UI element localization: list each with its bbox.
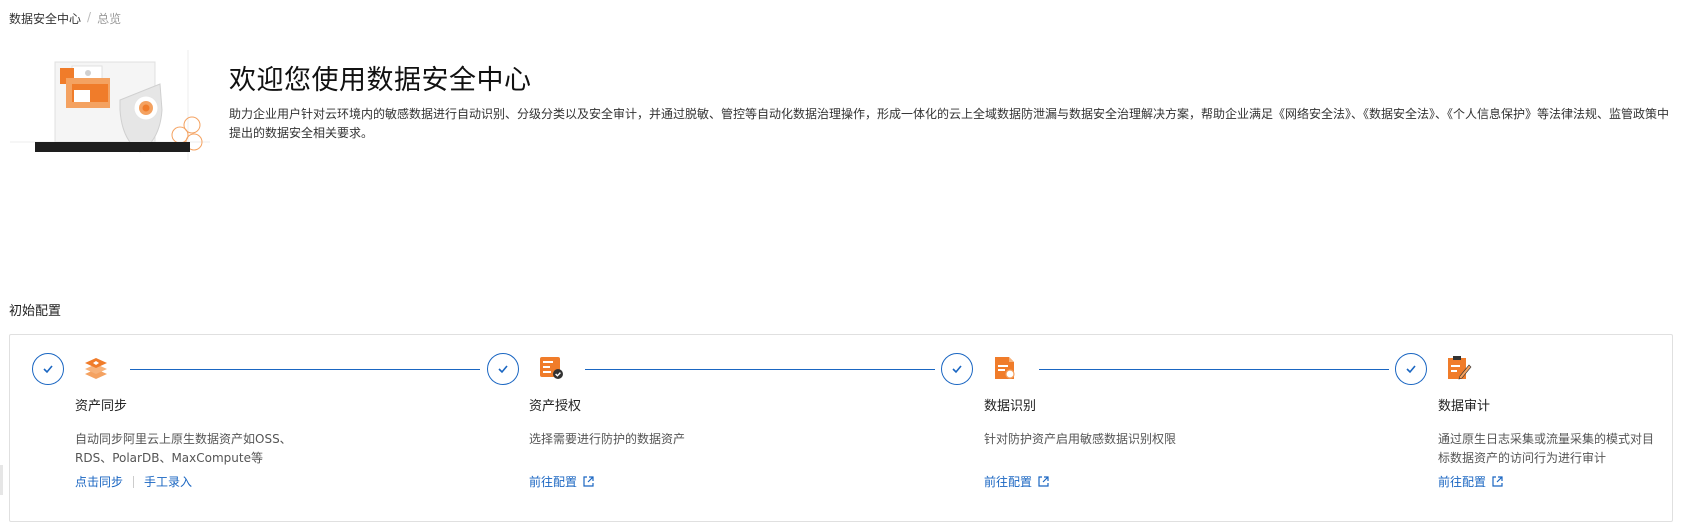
initial-config-card: 资产同步 自动同步阿里云上原生数据资产如OSS、 RDS、PolarDB、Max… bbox=[9, 334, 1673, 522]
breadcrumb: 数据安全中心 / 总览 bbox=[9, 10, 121, 27]
breadcrumb-current: 总览 bbox=[97, 12, 122, 26]
step1-connector bbox=[130, 369, 480, 370]
step3-actions: 前往配置 bbox=[984, 473, 1049, 490]
asset-sync-icon bbox=[83, 355, 109, 381]
step4-desc-line2: 标数据资产的访问行为进行审计 bbox=[1438, 451, 1607, 465]
step3-title: 数据识别 bbox=[984, 399, 1037, 414]
data-audit-icon bbox=[1446, 355, 1472, 381]
step2-description: 选择需要进行防护的数据资产 bbox=[529, 430, 779, 449]
step2-connector bbox=[585, 369, 935, 370]
sync-now-link[interactable]: 点击同步 bbox=[75, 473, 123, 490]
section-title-initial-config: 初始配置 bbox=[9, 304, 62, 319]
step2-desc-line1: 选择需要进行防护的数据资产 bbox=[529, 432, 686, 446]
external-link-icon[interactable] bbox=[1038, 476, 1049, 487]
step3-desc-line1: 针对防护资产启用敏感数据识别权限 bbox=[984, 432, 1177, 446]
external-link-icon[interactable] bbox=[1492, 476, 1503, 487]
sidebar-collapse-handle[interactable] bbox=[0, 465, 3, 495]
step4-description: 通过原生日志采集或流量采集的模式对目 标数据资产的访问行为进行审计 bbox=[1438, 430, 1668, 468]
breadcrumb-root[interactable]: 数据安全中心 bbox=[9, 10, 81, 27]
step2-title: 资产授权 bbox=[529, 399, 582, 414]
step2-check-icon bbox=[487, 353, 519, 385]
step3-check-icon bbox=[941, 353, 973, 385]
step2-configure-link[interactable]: 前往配置 bbox=[529, 473, 577, 490]
external-link-icon[interactable] bbox=[583, 476, 594, 487]
hero-illustration bbox=[10, 50, 215, 170]
step3-description: 针对防护资产启用敏感数据识别权限 bbox=[984, 430, 1244, 449]
step1-description: 自动同步阿里云上原生数据资产如OSS、 RDS、PolarDB、MaxCompu… bbox=[75, 430, 325, 468]
step1-desc-line1: 自动同步阿里云上原生数据资产如OSS、 bbox=[75, 432, 292, 446]
step3-connector bbox=[1039, 369, 1389, 370]
page-title: 欢迎您使用数据安全中心 bbox=[229, 65, 532, 96]
step1-check-icon bbox=[32, 353, 64, 385]
step1-desc-line2: RDS、PolarDB、MaxCompute等 bbox=[75, 451, 263, 465]
step4-title: 数据审计 bbox=[1438, 399, 1491, 414]
step4-actions: 前往配置 bbox=[1438, 473, 1503, 490]
step2-actions: 前往配置 bbox=[529, 473, 594, 490]
page-description: 助力企业用户针对云环境内的敏感数据进行自动识别、分级分类以及安全审计，并通过脱敏… bbox=[229, 107, 1670, 140]
step4-configure-link[interactable]: 前往配置 bbox=[1438, 473, 1486, 490]
step4-desc-line1: 通过原生日志采集或流量采集的模式对目 bbox=[1438, 432, 1655, 446]
asset-authorization-icon bbox=[538, 355, 564, 381]
step1-actions: 点击同步 手工录入 bbox=[75, 473, 192, 490]
manual-entry-link[interactable]: 手工录入 bbox=[144, 473, 192, 490]
action-divider bbox=[133, 475, 135, 488]
step1-title: 资产同步 bbox=[75, 399, 128, 414]
step3-configure-link[interactable]: 前往配置 bbox=[984, 473, 1032, 490]
breadcrumb-separator: / bbox=[87, 10, 92, 24]
data-identification-icon bbox=[992, 355, 1018, 381]
step4-check-icon bbox=[1395, 353, 1427, 385]
